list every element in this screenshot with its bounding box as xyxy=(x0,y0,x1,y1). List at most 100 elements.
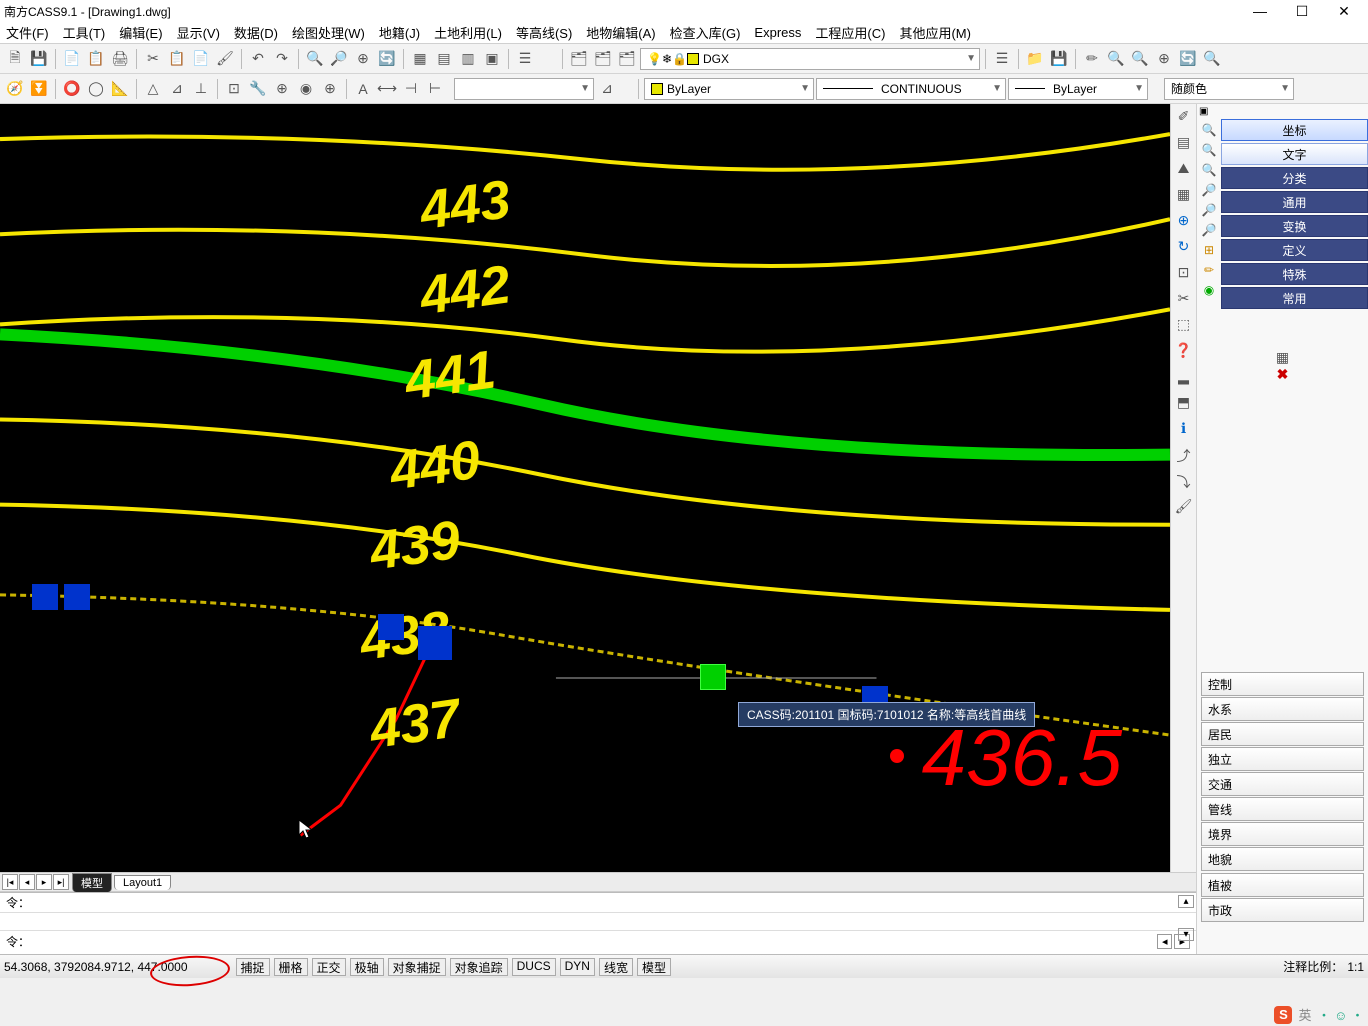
info-icon[interactable]: ℹ xyxy=(1175,420,1193,438)
layer3-icon[interactable]: 🗂 xyxy=(616,48,638,70)
ducs-toggle[interactable]: DUCS xyxy=(512,958,556,976)
grip-hover[interactable] xyxy=(700,664,726,690)
tool-c-icon[interactable]: 💾 xyxy=(1048,48,1070,70)
drawing-canvas[interactable]: 443 442 441 440 439 438 437 436.5 CASS码:… xyxy=(0,104,1170,872)
list-control[interactable]: 控制 xyxy=(1201,672,1364,696)
zoom-out-icon[interactable]: 🔎 xyxy=(328,48,350,70)
lineweight-dropdown[interactable]: ByLayer▼ xyxy=(1008,78,1148,100)
tool-d-icon[interactable]: ✏ xyxy=(1081,48,1103,70)
anno-scale-value[interactable]: 1:1 xyxy=(1347,960,1364,974)
rp-zoom1-icon[interactable]: 🔍 xyxy=(1202,123,1217,137)
dim-lin-icon[interactable]: ⟷ xyxy=(376,78,398,100)
collapse-icon[interactable]: ▣ xyxy=(1197,104,1211,119)
tab-prev-icon[interactable]: ◂ xyxy=(19,874,35,890)
ime-bar[interactable]: S 英 ・ ☺ ・ xyxy=(1274,1005,1364,1024)
grid-icon[interactable]: ▦ xyxy=(1175,186,1193,204)
tab-model[interactable]: 模型 xyxy=(72,873,112,892)
sq-icon[interactable]: ⊡ xyxy=(223,78,245,100)
grid3-icon[interactable]: ▥ xyxy=(457,48,479,70)
trim-icon[interactable]: ✂ xyxy=(1175,290,1193,308)
list-water[interactable]: 水系 xyxy=(1201,697,1364,721)
menu-cadastre[interactable]: 地籍(J) xyxy=(379,23,420,42)
menu-other[interactable]: 其他应用(M) xyxy=(899,23,971,42)
menu-view[interactable]: 显示(V) xyxy=(177,23,220,42)
layer1-icon[interactable]: 🗂 xyxy=(568,48,590,70)
tool-h-icon[interactable]: 🔄 xyxy=(1177,48,1199,70)
color-dropdown[interactable]: ByLayer▼ xyxy=(644,78,814,100)
pencil-icon[interactable]: ✐ xyxy=(1175,108,1193,126)
list-independent[interactable]: 独立 xyxy=(1201,747,1364,771)
osnap-toggle[interactable]: 对象捕捉 xyxy=(388,958,446,976)
grip-point[interactable] xyxy=(32,584,58,610)
circle1-icon[interactable]: ⭕ xyxy=(61,78,83,100)
command-area[interactable]: 令： 令： ◂ ▸ ▴ ▾ xyxy=(0,892,1196,954)
otrack-toggle[interactable]: 对象追踪 xyxy=(450,958,508,976)
rp-zoom6-icon[interactable]: 🔎 xyxy=(1202,223,1217,237)
ortho-toggle[interactable]: 正交 xyxy=(312,958,346,976)
move-icon[interactable]: ⊕ xyxy=(1175,212,1193,230)
panel-tab-text[interactable]: 文字 xyxy=(1221,143,1368,165)
panel-tab-define[interactable]: 定义 xyxy=(1221,239,1368,261)
panel-misc1-icon[interactable]: ▦ xyxy=(1276,349,1289,365)
panel-tab-frequent[interactable]: 常用 xyxy=(1221,287,1368,309)
layer-dropdown[interactable]: 💡 ❄ 🔒 DGX ▼ xyxy=(640,48,980,70)
list2-icon[interactable]: ▤ xyxy=(1175,134,1193,152)
print-icon[interactable]: 🖨 xyxy=(109,48,131,70)
style-dropdown[interactable]: ▼ xyxy=(454,78,594,100)
list-municipal[interactable]: 市政 xyxy=(1201,898,1364,922)
plot-color-dropdown[interactable]: 随颜色▼ xyxy=(1164,78,1294,100)
new-icon[interactable]: 🗎 xyxy=(4,48,26,70)
dim-l-icon[interactable]: ⊣ xyxy=(400,78,422,100)
plus1-icon[interactable]: ⊕ xyxy=(271,78,293,100)
menu-draw[interactable]: 绘图处理(W) xyxy=(292,23,365,42)
menu-engineering[interactable]: 工程应用(C) xyxy=(815,23,885,42)
panel-tab-coord[interactable]: 坐标 xyxy=(1221,119,1368,141)
rp-zoom4-icon[interactable]: 🔎 xyxy=(1202,183,1217,197)
rp-zoom2-icon[interactable]: 🔍 xyxy=(1202,143,1217,157)
redo-icon[interactable]: ↷ xyxy=(271,48,293,70)
menu-contour[interactable]: 等高线(S) xyxy=(516,23,572,42)
brush2-icon[interactable]: 🖌 xyxy=(1175,498,1193,516)
open-icon[interactable]: 📄 xyxy=(61,48,83,70)
terrain-icon[interactable]: ⛰ xyxy=(1175,160,1193,178)
style-btn-icon[interactable]: ⊿ xyxy=(596,78,618,100)
brush-icon[interactable]: 🖌 xyxy=(214,48,236,70)
rotate-icon[interactable]: ↻ xyxy=(1175,238,1193,256)
panel-tab-class[interactable]: 分类 xyxy=(1221,167,1368,189)
tri2-icon[interactable]: ⊿ xyxy=(166,78,188,100)
polar-toggle[interactable]: 极轴 xyxy=(350,958,384,976)
ime-lang[interactable]: 英 xyxy=(1298,1005,1311,1024)
dim2-icon[interactable]: ⏬ xyxy=(28,78,50,100)
linetype-dropdown[interactable]: CONTINUOUS▼ xyxy=(816,78,1006,100)
minimize-button[interactable]: — xyxy=(1248,3,1272,20)
menu-data[interactable]: 数据(D) xyxy=(234,23,278,42)
ime-icons[interactable]: ・ ☺ ・ xyxy=(1318,1005,1365,1024)
menu-file[interactable]: 文件(F) xyxy=(6,23,49,42)
tab-first-icon[interactable]: |◂ xyxy=(2,874,18,890)
panel-delete-icon[interactable]: ✖ xyxy=(1277,366,1289,382)
tri1-icon[interactable]: △ xyxy=(142,78,164,100)
tab-layout1[interactable]: Layout1 xyxy=(114,875,171,890)
curve1-icon[interactable]: ⤴ xyxy=(1175,446,1193,464)
tool-i-icon[interactable]: 🔍 xyxy=(1201,48,1223,70)
dyn-toggle[interactable]: DYN xyxy=(560,958,595,976)
text-icon[interactable]: A xyxy=(352,78,374,100)
help-icon[interactable]: ❓ xyxy=(1175,342,1193,360)
list-landform[interactable]: 地貌 xyxy=(1201,847,1364,871)
list-icon[interactable]: ☰ xyxy=(514,48,536,70)
grid-toggle[interactable]: 栅格 xyxy=(274,958,308,976)
copy-icon[interactable]: 📋 xyxy=(85,48,107,70)
scroll-down-icon[interactable]: ▾ xyxy=(1178,928,1194,941)
tool-b-icon[interactable]: 📁 xyxy=(1024,48,1046,70)
plus2-icon[interactable]: ⊕ xyxy=(319,78,341,100)
tool-a-icon[interactable]: ☰ xyxy=(991,48,1013,70)
grip-point[interactable] xyxy=(378,614,404,640)
scroll-up-icon[interactable]: ▴ xyxy=(1178,895,1194,908)
scroll-left-icon[interactable]: ◂ xyxy=(1157,934,1173,949)
cut-icon[interactable]: ✂ xyxy=(142,48,164,70)
menu-edit[interactable]: 编辑(E) xyxy=(119,23,162,42)
rect-icon[interactable]: ⬚ xyxy=(1175,316,1193,334)
dim1-icon[interactable]: 🧭 xyxy=(4,78,26,100)
menu-check[interactable]: 检查入库(G) xyxy=(670,23,741,42)
wrench-icon[interactable]: 🔧 xyxy=(247,78,269,100)
